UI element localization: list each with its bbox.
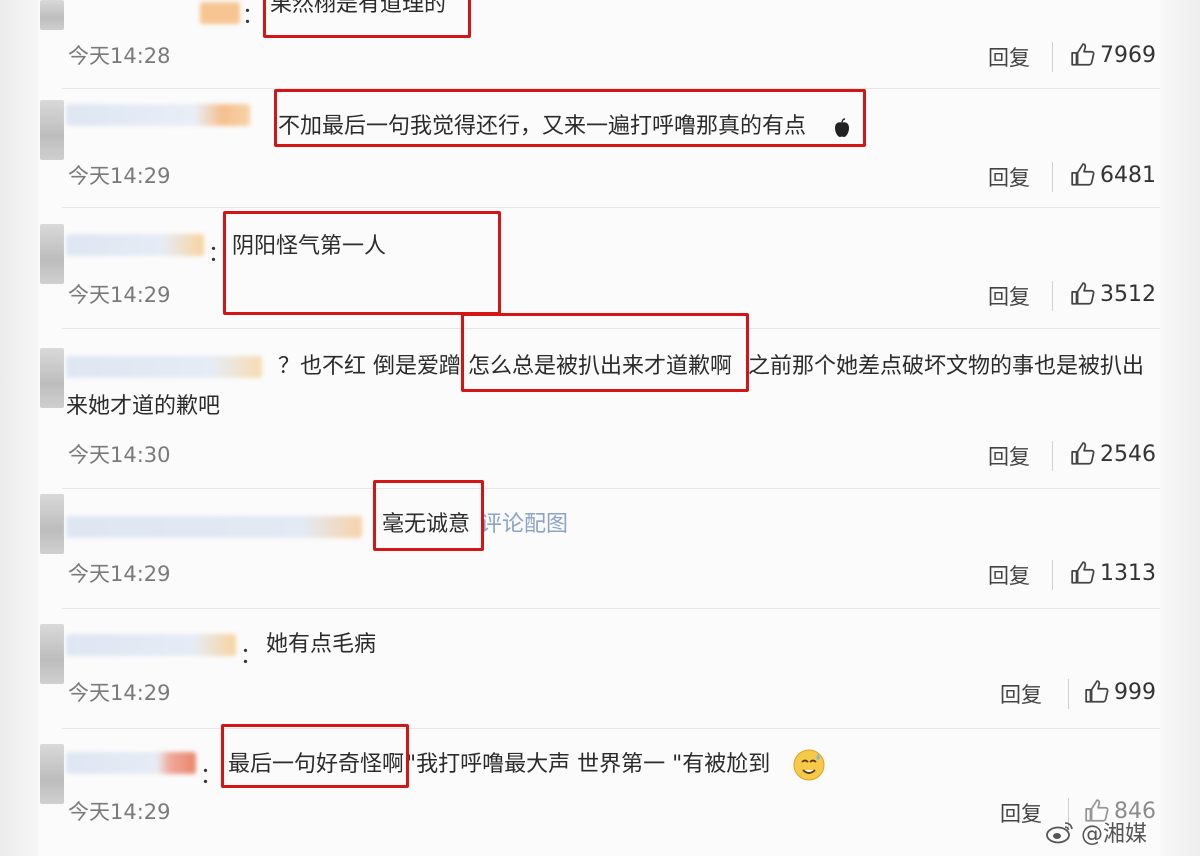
- avatar[interactable]: [40, 348, 64, 408]
- divider: [1052, 560, 1053, 590]
- colon: ：: [242, 4, 265, 29]
- avatar[interactable]: [40, 100, 64, 160]
- like-count: 3512: [1100, 281, 1156, 307]
- avatar[interactable]: [40, 494, 64, 554]
- reply-button[interactable]: 回复: [1000, 798, 1042, 828]
- timestamp: 今天14:29: [68, 800, 171, 824]
- comment-text-line2: 来她才道的歉吧: [66, 394, 221, 419]
- comment-text-prefix: ？也不红 倒是爱蹭: [278, 354, 461, 379]
- divider: [1052, 281, 1053, 311]
- divider: [1068, 679, 1069, 709]
- avatar[interactable]: [40, 0, 64, 30]
- reply-button[interactable]: 回复: [988, 441, 1030, 471]
- username-blurred[interactable]: [66, 516, 362, 538]
- timestamp: 今天14:29: [68, 283, 171, 307]
- username-blurred[interactable]: [66, 752, 196, 774]
- like-button[interactable]: 3512: [1070, 281, 1156, 307]
- username-blurred[interactable]: [66, 234, 204, 256]
- reply-button[interactable]: 回复: [988, 560, 1030, 590]
- colon: ：: [200, 764, 223, 789]
- timestamp: 今天14:28: [68, 44, 171, 68]
- watermark: @湘媒: [1045, 816, 1147, 848]
- row-divider: [62, 207, 1160, 208]
- left-edge: [0, 0, 38, 856]
- divider: [1052, 42, 1053, 72]
- reply-button[interactable]: 回复: [988, 162, 1030, 192]
- watermark-text: @湘媒: [1081, 822, 1148, 847]
- avatar[interactable]: [40, 624, 64, 684]
- like-button[interactable]: 1313: [1070, 560, 1156, 586]
- right-edge: [1160, 0, 1200, 856]
- reply-button[interactable]: 回复: [988, 42, 1030, 72]
- like-count: 1313: [1100, 560, 1156, 586]
- timestamp: 今天14:29: [68, 164, 171, 188]
- reply-button[interactable]: 回复: [988, 281, 1030, 311]
- highlight-box: [223, 211, 501, 315]
- highlight-box: [274, 89, 866, 147]
- highlight-box: [461, 313, 749, 392]
- thumbs-up-icon: [1071, 43, 1095, 66]
- reply-button[interactable]: 回复: [1000, 679, 1042, 709]
- colon: ：: [240, 644, 263, 669]
- comment-text: 她有点毛病: [266, 632, 377, 657]
- like-button[interactable]: 7969: [1070, 42, 1156, 68]
- username-blurred[interactable]: [66, 356, 262, 378]
- like-count: 2546: [1100, 441, 1156, 467]
- like-count: 7969: [1100, 42, 1156, 68]
- like-count: 6481: [1100, 162, 1156, 188]
- thumbs-up-icon: [1085, 680, 1109, 703]
- timestamp: 今天14:29: [68, 562, 171, 586]
- row-divider: [62, 488, 1160, 489]
- thumbs-up-icon: [1071, 163, 1095, 186]
- divider: [1052, 441, 1053, 471]
- thumbs-up-icon: [1071, 561, 1095, 584]
- row-divider: [62, 608, 1160, 609]
- highlight-box: [263, 0, 471, 38]
- weibo-logo-icon: [1046, 822, 1073, 844]
- thumbs-up-icon: [1071, 282, 1095, 305]
- like-button[interactable]: 2546: [1070, 441, 1156, 467]
- like-count: 999: [1114, 679, 1156, 705]
- highlight-box: [373, 480, 484, 551]
- avatar[interactable]: [40, 224, 64, 284]
- like-button[interactable]: 6481: [1070, 162, 1156, 188]
- sweat-smile-emoji-icon: [793, 749, 825, 781]
- username-blurred[interactable]: [66, 104, 250, 126]
- thumbs-up-icon: [1071, 442, 1095, 465]
- timestamp: 今天14:29: [68, 681, 171, 705]
- comment-text-suffix: 之前那个她差点破坏文物的事也是被扒出: [748, 354, 1145, 379]
- timestamp: 今天14:30: [68, 443, 171, 467]
- like-button[interactable]: 999: [1084, 679, 1156, 705]
- username-blurred[interactable]: [200, 2, 240, 24]
- divider: [1052, 162, 1053, 192]
- avatar[interactable]: [40, 744, 64, 804]
- highlight-box: [221, 724, 409, 788]
- username-blurred[interactable]: [66, 634, 236, 656]
- comment-text: "我打呼噜最大声 世界第一 "有被尬到: [406, 752, 771, 777]
- image-link[interactable]: 评论配图: [480, 508, 568, 542]
